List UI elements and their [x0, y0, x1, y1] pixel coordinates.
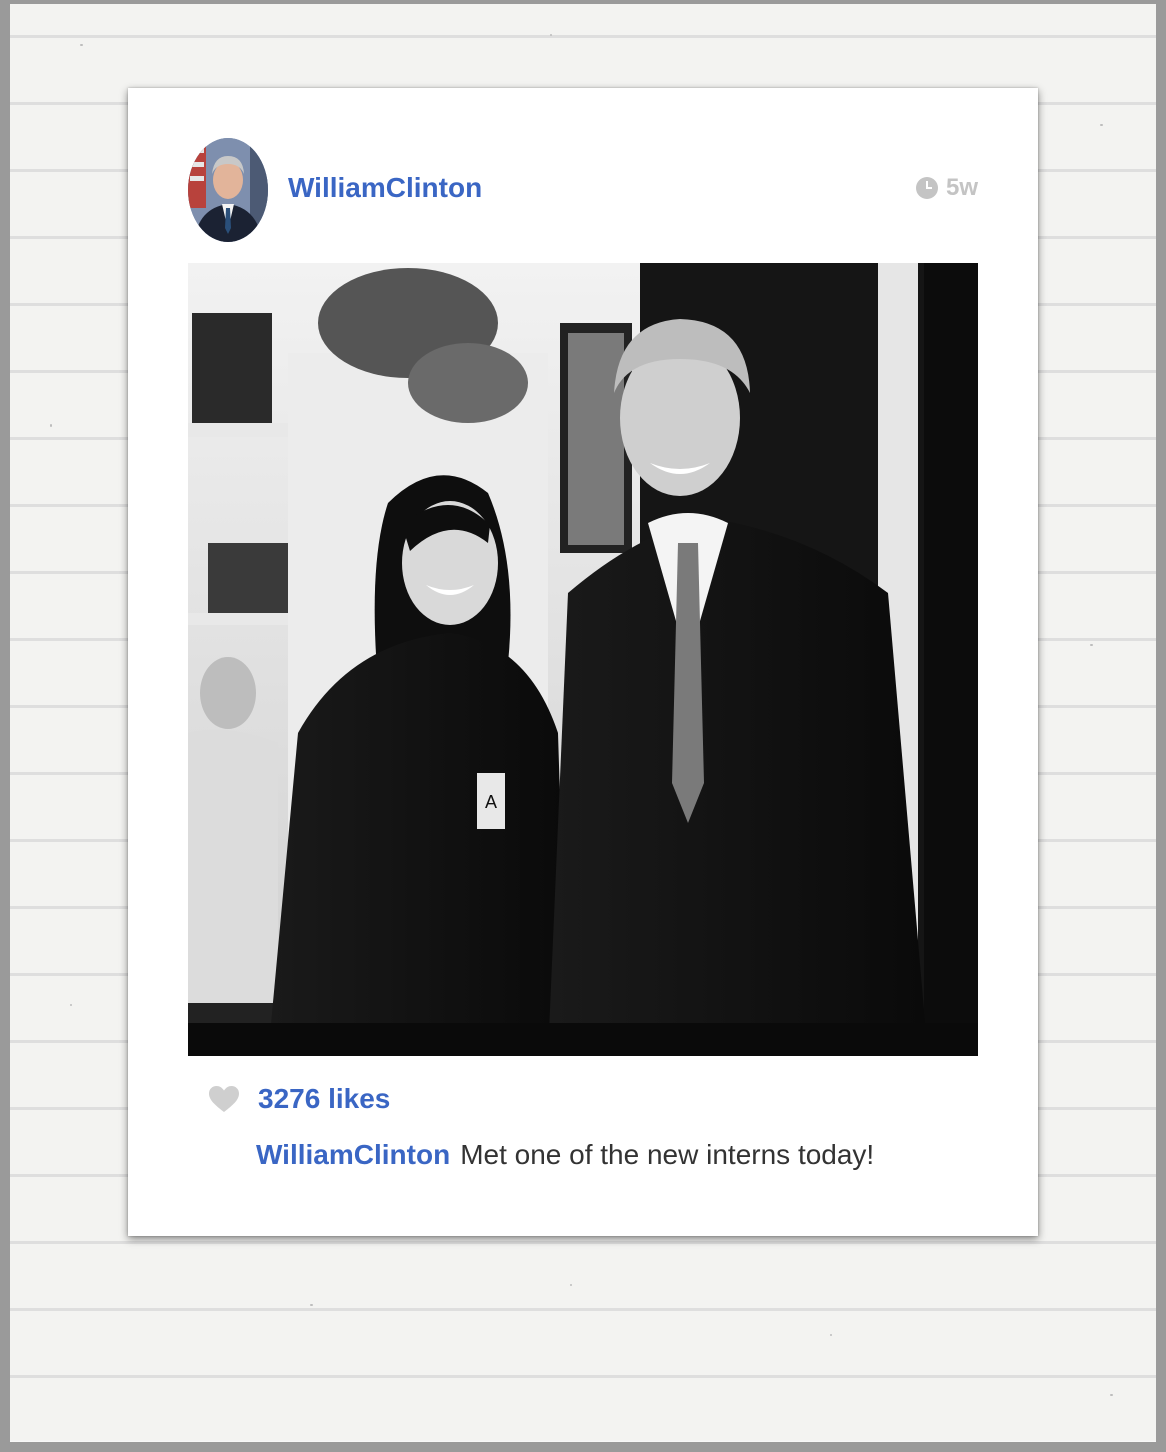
wall-speck	[1110, 1394, 1113, 1396]
wall-speck	[70, 1004, 72, 1006]
clock-icon	[915, 177, 938, 199]
wall-speck	[80, 44, 83, 46]
wall-speck	[50, 424, 52, 427]
post-header: WilliamClinton 5w	[188, 138, 978, 242]
username-link[interactable]: WilliamClinton	[288, 172, 482, 204]
post-timestamp: 5w	[915, 174, 978, 202]
post-photo-image: A	[188, 263, 978, 1056]
caption-username-link[interactable]: WilliamClinton	[256, 1139, 450, 1170]
likes-row: 3276 likes	[208, 1083, 390, 1115]
wall-speck	[570, 1284, 572, 1286]
wall-speck	[1100, 124, 1103, 126]
post-photo[interactable]: A	[188, 263, 978, 1056]
wall-speck	[1090, 644, 1093, 646]
post-card: WilliamClinton 5w A 3276 likes WilliamCl…	[128, 88, 1038, 1236]
svg-text:A: A	[485, 792, 497, 812]
caption-text: Met one of the new interns today!	[460, 1139, 875, 1170]
wall-speck	[550, 34, 552, 36]
avatar-portrait	[188, 138, 268, 242]
likes-count[interactable]: 3276 likes	[258, 1083, 390, 1115]
wall-speck	[830, 1334, 832, 1336]
post-caption: WilliamClinton Met one of the new interns…	[256, 1139, 874, 1171]
avatar[interactable]	[188, 138, 268, 242]
wall-speck	[310, 1304, 313, 1306]
heart-icon[interactable]	[208, 1085, 240, 1113]
time-ago-label: 5w	[945, 174, 978, 201]
